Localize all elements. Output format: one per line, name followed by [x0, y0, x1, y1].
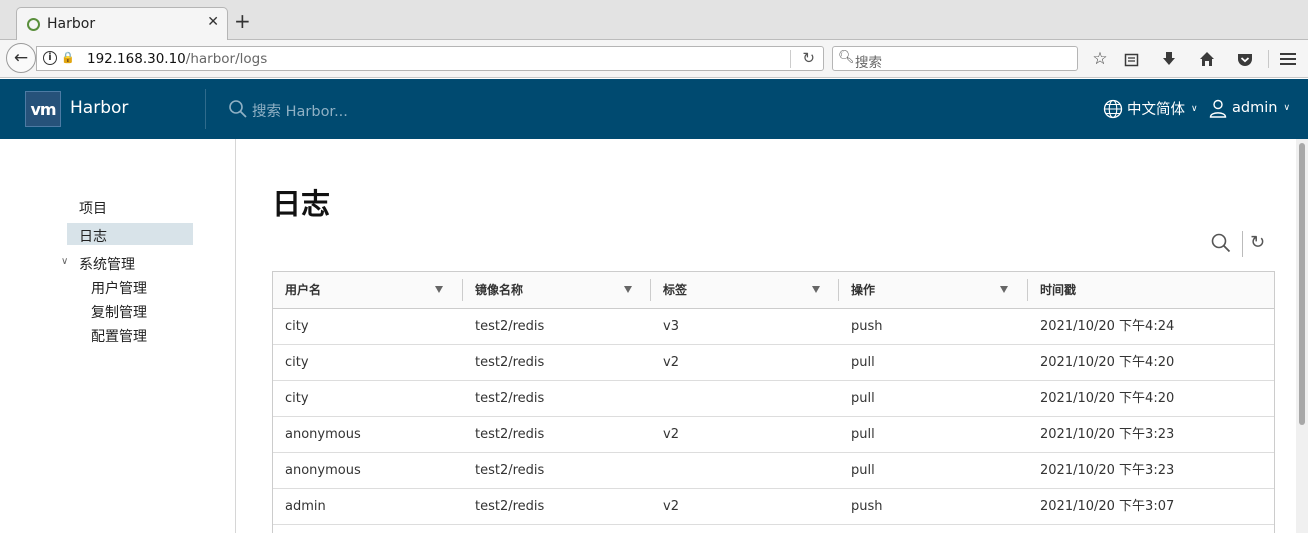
- table-cell: 2021/10/20 下午3:23: [1040, 463, 1175, 478]
- insecure-lock-icon[interactable]: 🔒: [61, 51, 75, 64]
- table-cell: pull: [851, 427, 875, 442]
- user-menu[interactable]: admin ∨: [1208, 98, 1290, 118]
- sidebar-item-users[interactable]: 用户管理: [91, 278, 147, 298]
- table-cell: 2021/10/20 下午4:20: [1040, 355, 1175, 370]
- sidebar-item-admin[interactable]: 系统管理: [79, 254, 135, 274]
- globe-icon: [1103, 99, 1123, 118]
- table-cell: 2021/10/20 下午4:24: [1040, 319, 1175, 334]
- refresh-icon[interactable]: ↻: [1250, 232, 1265, 253]
- table-cell: test2/redis: [475, 391, 545, 406]
- table-cell: test2/redis: [475, 499, 545, 514]
- reading-list-icon[interactable]: [1119, 48, 1143, 70]
- column-header-repository[interactable]: 镜像名称: [463, 272, 651, 308]
- sidebar-item-projects[interactable]: 项目: [79, 198, 107, 218]
- user-icon: [1209, 99, 1227, 118]
- column-header-tag[interactable]: 标签: [651, 272, 839, 308]
- table-cell: city: [285, 319, 309, 334]
- table-row[interactable]: city test2/redis v3 push 2021/10/20 下午4:24: [273, 309, 1274, 345]
- page-scrollbar[interactable]: [1296, 139, 1308, 533]
- table-cell: [651, 453, 839, 489]
- filter-icon[interactable]: [624, 286, 632, 293]
- sidebar-item-config[interactable]: 配置管理: [91, 326, 147, 346]
- back-arrow-icon: ←: [13, 48, 29, 68]
- table-cell: test2/redis: [475, 355, 545, 370]
- pocket-icon[interactable]: [1233, 48, 1257, 70]
- table-cell: city: [285, 391, 309, 406]
- page-title: 日志: [272, 187, 331, 221]
- sidebar: 项目 日志 ∨ 系统管理 用户管理 复制管理 配置管理: [0, 139, 236, 533]
- sidebar-item-logs[interactable]: 日志: [79, 226, 107, 246]
- search-icon[interactable]: [1210, 232, 1232, 254]
- browser-tab[interactable]: Harbor ✕: [16, 7, 228, 41]
- table-cell: v2: [663, 355, 679, 370]
- table-cell: admin: [285, 499, 326, 514]
- chevron-down-icon: ∨: [1283, 103, 1291, 113]
- table-cell: push: [851, 499, 883, 514]
- harbor-favicon-icon: [27, 18, 40, 31]
- filter-icon[interactable]: [435, 286, 443, 293]
- table-cell: test2/redis: [475, 427, 545, 442]
- table-cell: v3: [663, 319, 679, 334]
- table-row[interactable]: city test2/redis pull 2021/10/20 下午4:20: [273, 381, 1274, 417]
- table-cell: test2/redis: [475, 463, 545, 478]
- filter-icon[interactable]: [1000, 286, 1008, 293]
- column-header-timestamp[interactable]: 时间戳: [1028, 272, 1274, 308]
- toolbar-divider: [1242, 231, 1243, 257]
- table-row[interactable]: anonymous test2/redis pull 2021/10/20 下午3:2…: [273, 453, 1274, 489]
- scrollbar-thumb[interactable]: [1299, 143, 1305, 425]
- browser-navbar: i 🔒 192.168.30.10/harbor/logs ↻ ← 🔍︎ 搜索 …: [0, 40, 1308, 78]
- new-tab-button[interactable]: +: [234, 10, 251, 32]
- table-cell: pull: [851, 391, 875, 406]
- table-cell: test2/redis: [475, 319, 545, 334]
- table-cell: v2: [663, 499, 679, 514]
- table-cell: anonymous: [285, 427, 361, 442]
- table-row[interactable]: admin test2/redis v2 push 2021/10/20 下午3:07: [273, 489, 1274, 525]
- search-icon: [228, 99, 248, 119]
- back-button[interactable]: ←: [6, 43, 36, 73]
- table-cell: anonymous: [285, 463, 361, 478]
- table-cell: 2021/10/20 下午4:20: [1040, 391, 1175, 406]
- global-search-input[interactable]: 搜索 Harbor...: [252, 100, 348, 121]
- table-cell: 2021/10/20 下午3:23: [1040, 427, 1175, 442]
- chevron-down-icon[interactable]: ∨: [61, 256, 68, 267]
- header-divider: [205, 89, 206, 129]
- app-header: vm Harbor 搜索 Harbor... 中文简体 ∨ admin ∨: [0, 79, 1308, 139]
- table-cell: pull: [851, 463, 875, 478]
- language-selector[interactable]: 中文简体 ∨: [1103, 98, 1198, 119]
- reload-icon[interactable]: ↻: [802, 49, 815, 67]
- menu-hamburger-icon[interactable]: [1276, 48, 1300, 70]
- table-cell: 2021/10/20 下午3:07: [1040, 499, 1175, 514]
- bookmark-star-icon[interactable]: ☆: [1088, 48, 1112, 70]
- browser-search-placeholder: 搜索: [855, 55, 882, 71]
- vmware-logo[interactable]: vm: [25, 91, 61, 127]
- table-cell: city: [285, 355, 309, 370]
- url-divider: [790, 50, 791, 68]
- table-header: 用户名 镜像名称 标签 操作 时间戳: [273, 272, 1274, 309]
- tab-close-icon[interactable]: ✕: [207, 14, 219, 30]
- url-text[interactable]: 192.168.30.10/harbor/logs: [87, 51, 267, 67]
- browser-search-input[interactable]: 🔍︎ 搜索: [832, 46, 1078, 71]
- sidebar-item-replication[interactable]: 复制管理: [91, 302, 147, 322]
- tab-title: Harbor: [47, 16, 96, 32]
- chevron-down-icon: ∨: [1191, 103, 1198, 114]
- table-cell: pull: [851, 355, 875, 370]
- filter-icon[interactable]: [812, 286, 820, 293]
- download-icon[interactable]: [1157, 48, 1181, 70]
- info-icon[interactable]: i: [43, 51, 57, 65]
- search-icon: 🔍︎: [838, 50, 855, 65]
- url-bar[interactable]: i 🔒 192.168.30.10/harbor/logs ↻: [36, 46, 824, 71]
- logs-table: 用户名 镜像名称 标签 操作 时间戳 city test2/redis v3 push…: [272, 271, 1275, 533]
- toolbar-divider: [1268, 50, 1269, 68]
- table-cell: push: [851, 319, 883, 334]
- table-row[interactable]: anonymous test2/redis v2 pull 2021/10/20 下午3…: [273, 417, 1274, 453]
- table-row[interactable]: city test2/redis v2 pull 2021/10/20 下午4:20: [273, 345, 1274, 381]
- browser-tab-strip: Harbor ✕ +: [0, 0, 1308, 41]
- language-label: 中文简体: [1127, 102, 1185, 118]
- app-name[interactable]: Harbor: [70, 98, 128, 118]
- table-cell: v2: [663, 427, 679, 442]
- user-name: admin: [1232, 100, 1278, 116]
- home-icon[interactable]: [1195, 48, 1219, 70]
- table-cell: [651, 381, 839, 417]
